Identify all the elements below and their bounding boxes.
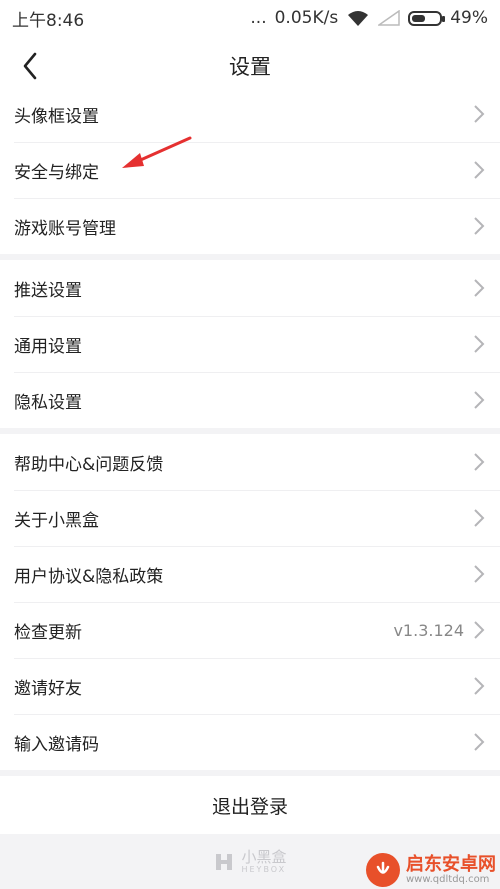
watermark-name: 启东安卓网 [406, 853, 496, 875]
chevron-right-icon [474, 565, 485, 583]
chevron-right-icon [474, 105, 485, 123]
signal-icon [378, 10, 400, 26]
chevron-right-icon [474, 453, 485, 471]
row-general-settings[interactable]: 通用设置 [0, 316, 500, 372]
row-label: 关于小黑盒 [14, 510, 99, 531]
row-label: 通用设置 [14, 336, 82, 357]
row-label: 推送设置 [14, 280, 82, 301]
status-right: ... 0.05K/s 49% [250, 8, 488, 28]
row-enter-invite-code[interactable]: 输入邀请码 [0, 714, 500, 770]
settings-group-about: 帮助中心&问题反馈 关于小黑盒 用户协议&隐私政策 检查更新 v1.3.124 … [0, 434, 500, 770]
settings-list: 头像框设置 安全与绑定 游戏账号管理 推送设置 通用设置 隐私设置 帮助中心&问… [0, 86, 500, 776]
logo-text: 小黑盒 HEYBOX [241, 847, 287, 874]
battery-icon [408, 10, 446, 26]
row-avatar-frame[interactable]: 头像框设置 [0, 86, 500, 142]
row-push-settings[interactable]: 推送设置 [0, 260, 500, 316]
row-game-accounts[interactable]: 游戏账号管理 [0, 198, 500, 254]
back-button[interactable] [8, 44, 52, 88]
chevron-right-icon [474, 509, 485, 527]
row-security-binding[interactable]: 安全与绑定 [0, 142, 500, 198]
watermark-text: 启东安卓网 www.qdltdq.com [406, 853, 496, 886]
row-agreement-privacy[interactable]: 用户协议&隐私政策 [0, 546, 500, 602]
row-label: 帮助中心&问题反馈 [14, 454, 164, 475]
wifi-icon [348, 11, 369, 26]
row-check-update[interactable]: 检查更新 v1.3.124 [0, 602, 500, 658]
network-speed: 0.05K/s [274, 8, 339, 28]
back-arrow-icon [23, 52, 37, 80]
chevron-right-icon [474, 391, 485, 409]
row-privacy-settings[interactable]: 隐私设置 [0, 372, 500, 428]
row-label: 隐私设置 [14, 392, 82, 413]
row-invite-friends[interactable]: 邀请好友 [0, 658, 500, 714]
row-label: 检查更新 [14, 622, 82, 643]
row-label: 游戏账号管理 [14, 218, 116, 239]
chevron-right-icon [474, 733, 485, 751]
chevron-right-icon [474, 279, 485, 297]
row-about[interactable]: 关于小黑盒 [0, 490, 500, 546]
chevron-right-icon [474, 621, 485, 639]
watermark: 启东安卓网 www.qdltdq.com [366, 853, 496, 887]
chevron-right-icon [474, 161, 485, 179]
row-label: 头像框设置 [14, 106, 99, 127]
logo-cn: 小黑盒 [241, 847, 287, 866]
heybox-logo-icon [216, 854, 233, 870]
status-time: 上午8:46 [12, 10, 85, 31]
battery-fill [412, 14, 426, 22]
logout-button[interactable]: 退出登录 [0, 776, 500, 834]
watermark-url: www.qdltdq.com [406, 874, 490, 886]
row-help-feedback[interactable]: 帮助中心&问题反馈 [0, 434, 500, 490]
chevron-right-icon [474, 677, 485, 695]
page-title: 设置 [229, 55, 271, 79]
logout-label: 退出登录 [211, 795, 288, 818]
row-right: v1.3.124 [393, 620, 486, 640]
row-label: 邀请好友 [14, 678, 82, 699]
row-label: 用户协议&隐私政策 [14, 566, 164, 587]
battery-percent: 49% [450, 8, 488, 28]
chevron-right-icon [474, 217, 485, 235]
status-dots: ... [250, 8, 267, 28]
row-label: 安全与绑定 [14, 162, 99, 183]
status-bar: 上午8:46 ... 0.05K/s 49% [0, 0, 500, 36]
watermark-logo-icon [366, 853, 400, 887]
chevron-right-icon [474, 335, 485, 353]
row-label: 输入邀请码 [14, 734, 99, 755]
logo-en: HEYBOX [241, 864, 287, 874]
settings-group-account: 头像框设置 安全与绑定 游戏账号管理 [0, 86, 500, 254]
settings-group-preferences: 推送设置 通用设置 隐私设置 [0, 260, 500, 428]
version-value: v1.3.124 [393, 620, 464, 640]
